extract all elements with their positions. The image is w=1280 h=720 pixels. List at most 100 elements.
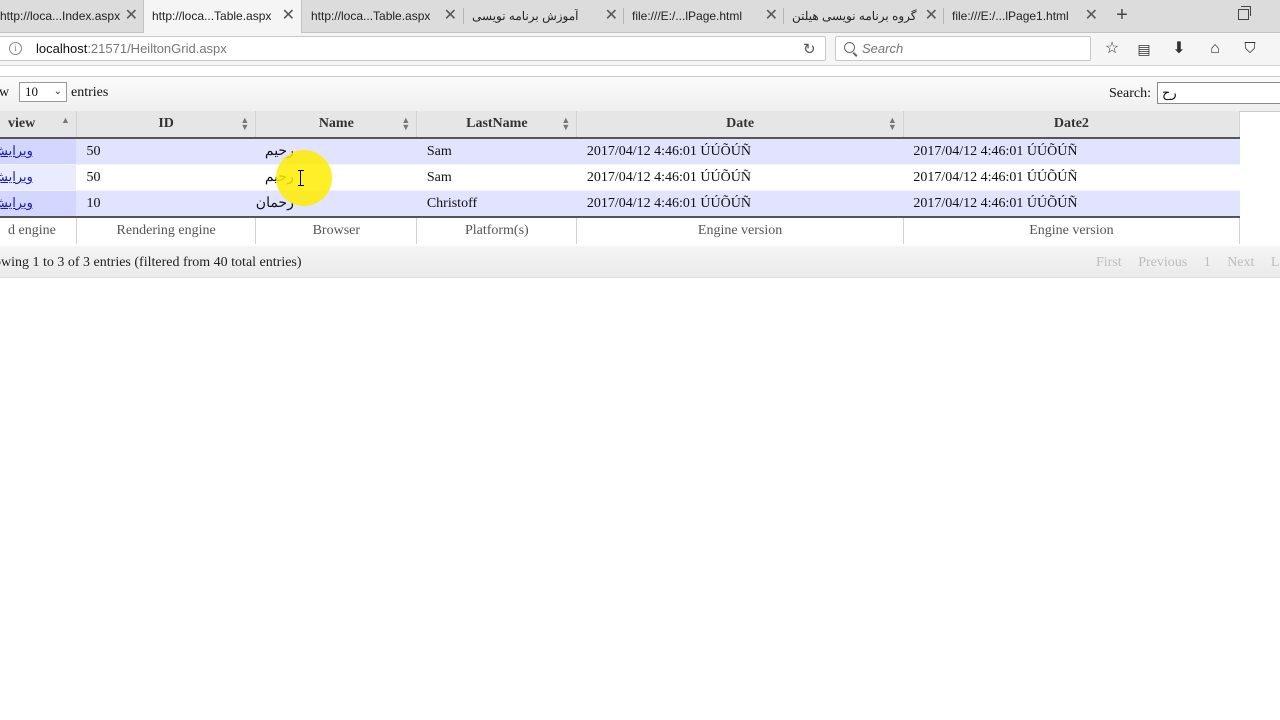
column-footer: Engine version [576,216,904,244]
url-host: localhost [36,41,88,56]
browser-search-field[interactable]: Search [835,36,1091,61]
table-controls: ow 10 ⌄ entries Search: رح [0,77,1280,112]
table-search-value: رح [1162,85,1177,100]
column-header-date[interactable]: Date ▲ ▼ [576,111,904,139]
tab-title: file:///E:/...lPage.html [632,9,743,23]
pagination-first[interactable]: First [1096,255,1122,270]
column-footer: Platform(s) [416,216,578,244]
table-row: ویرایش 10 رحمان Christoff 2017/04/12 4:4… [0,190,1240,218]
new-tab-button[interactable]: + [1112,0,1132,32]
info-icon[interactable]: i [9,42,22,55]
table-search-input[interactable]: رح [1157,82,1280,104]
column-header-label: LastName [466,116,528,131]
footer-row: d engine Rendering engine Browser Platfo… [0,216,1241,244]
cell-date: 2017/04/12 4:46:01 ÚÚÕÚÑ [576,164,904,191]
close-icon[interactable]: ✕ [925,0,938,32]
edit-link[interactable]: ویرایش [0,143,33,158]
pocket-icon[interactable]: ⛉ [1240,39,1260,59]
pagination-last[interactable]: Las [1271,255,1280,270]
tab-title: آموزش برنامه نویسی [472,9,579,23]
cell-date: 2017/04/12 4:46:01 ÚÚÕÚÑ [576,190,904,218]
cell-date2: 2017/04/12 4:46:01 ÚÚÕÚÑ [903,164,1240,191]
sort-both-icon: ▲ ▼ [401,115,411,132]
tab-strip: http://loca...Index.aspx ✕ http://loca..… [0,0,1280,33]
column-header-name[interactable]: Name ▲ ▼ [255,111,418,139]
column-header-lastname[interactable]: LastName ▲ ▼ [416,111,578,139]
sort-both-icon: ▲ ▼ [887,115,897,132]
search-icon [844,42,855,53]
tab-title: http://loca...Table.aspx [152,9,272,23]
cell-id: 10 [76,190,256,218]
navigation-bar: i localhost:21571/HeiltonGrid.aspx ↻ Sea… [0,33,1280,66]
close-icon[interactable]: ✕ [444,0,457,32]
tab-title: file:///E:/...lPage1.html [952,9,1069,23]
tab-table[interactable]: http://loca...Table.aspx ✕ [303,0,463,32]
search-placeholder: Search [862,41,904,56]
data-grid: view ▲ ID ▲ ▼ Name ▲ ▼ LastName ▲ ▼ Date ▲ ▼ Date… [0,111,1241,244]
column-header-label: Date [726,116,755,131]
tab-heilton-group[interactable]: گروه برنامه نویسی هیلتن ✕ [784,0,944,32]
tab-title: http://loca...Index.aspx [0,9,121,23]
cell-name: رحیم [255,164,417,191]
cell-lastname: Christoff [416,190,577,218]
cell-lastname: Sam [416,138,577,165]
reading-list-icon[interactable]: ▤ [1134,39,1154,59]
tab-file-page1[interactable]: file:///E:/...lPage1.html ✕ [944,0,1104,32]
cell-view: ویرایش [0,164,77,191]
cell-view: ویرایش [0,138,77,165]
edit-link[interactable]: ویرایش [0,169,33,184]
url-text: localhost:21571/HeiltonGrid.aspx [36,41,227,56]
column-header-date2[interactable]: Date2 [903,111,1241,139]
column-footer: Engine version [903,216,1241,244]
header-row: view ▲ ID ▲ ▼ Name ▲ ▼ LastName ▲ ▼ Date ▲ ▼ Date… [0,111,1241,139]
pagination-next[interactable]: Next [1227,255,1254,270]
pagination: First Previous 1 Next Las [1096,255,1280,271]
cell-id: 50 [76,164,256,191]
tab-title: گروه برنامه نویسی هیلتن [792,9,917,23]
column-header-id[interactable]: ID ▲ ▼ [76,111,257,139]
close-icon[interactable]: ✕ [605,0,618,32]
restore-window-icon[interactable] [1238,6,1251,20]
tab-title: http://loca...Table.aspx [311,9,431,23]
cell-date2: 2017/04/12 4:46:01 ÚÚÕÚÑ [903,138,1240,165]
pagination-previous[interactable]: Previous [1138,255,1187,270]
column-header-view[interactable]: view ▲ [0,111,77,139]
close-icon[interactable]: ✕ [282,0,295,32]
column-footer: Rendering engine [76,216,257,244]
cell-name: رحمان [255,190,417,218]
tab-index[interactable]: http://loca...Index.aspx ✕ [0,0,144,32]
url-bar[interactable]: i localhost:21571/HeiltonGrid.aspx ↻ [0,36,826,61]
length-suffix: entries [71,85,109,100]
sort-both-icon: ▲ ▼ [240,115,250,132]
column-footer: Browser [255,216,418,244]
column-footer: d engine [0,216,77,244]
close-icon[interactable]: ✕ [765,0,778,32]
table-row: ویرایش 50 رحیم Sam 2017/04/12 4:46:01 ÚÚ… [0,164,1240,191]
column-header-label: Date2 [1053,116,1089,131]
column-header-label: Name [318,116,354,131]
edit-link[interactable]: ویرایش [0,195,33,210]
cell-name: رحیم [255,138,417,165]
pagination-page[interactable]: 1 [1204,255,1211,270]
close-icon[interactable]: ✕ [1085,0,1098,32]
download-icon[interactable]: ⬇ [1169,39,1189,59]
cell-date: 2017/04/12 4:46:01 ÚÚÕÚÑ [576,138,904,165]
table-footer: owing 1 to 3 of 3 entries (filtered from… [0,246,1280,278]
home-icon[interactable]: ⌂ [1205,39,1225,59]
cell-date2: 2017/04/12 4:46:01 ÚÚÕÚÑ [903,190,1240,218]
chevron-down-icon: ⌄ [53,86,62,97]
entries-per-page-select[interactable]: 10 ⌄ [19,82,67,102]
cell-id: 50 [76,138,256,165]
reload-icon[interactable]: ↻ [803,40,816,58]
filter-label: Search: [1109,86,1151,101]
cell-lastname: Sam [416,164,577,191]
close-icon[interactable]: ✕ [125,0,138,32]
sort-both-icon: ▲ ▼ [561,115,571,132]
bookmark-star-icon[interactable]: ☆ [1102,39,1122,59]
table-row: ویرایش 50 رحیم Sam 2017/04/12 4:46:01 ÚÚ… [0,138,1240,165]
tab-persian-tutorial[interactable]: آموزش برنامه نویسی ✕ [464,0,624,32]
tab-file-page[interactable]: file:///E:/...lPage.html ✕ [624,0,784,32]
cell-view: ویرایش [0,190,77,218]
sort-asc-icon: ▲ [61,115,70,125]
tab-table-active[interactable]: http://loca...Table.aspx ✕ [143,0,302,33]
